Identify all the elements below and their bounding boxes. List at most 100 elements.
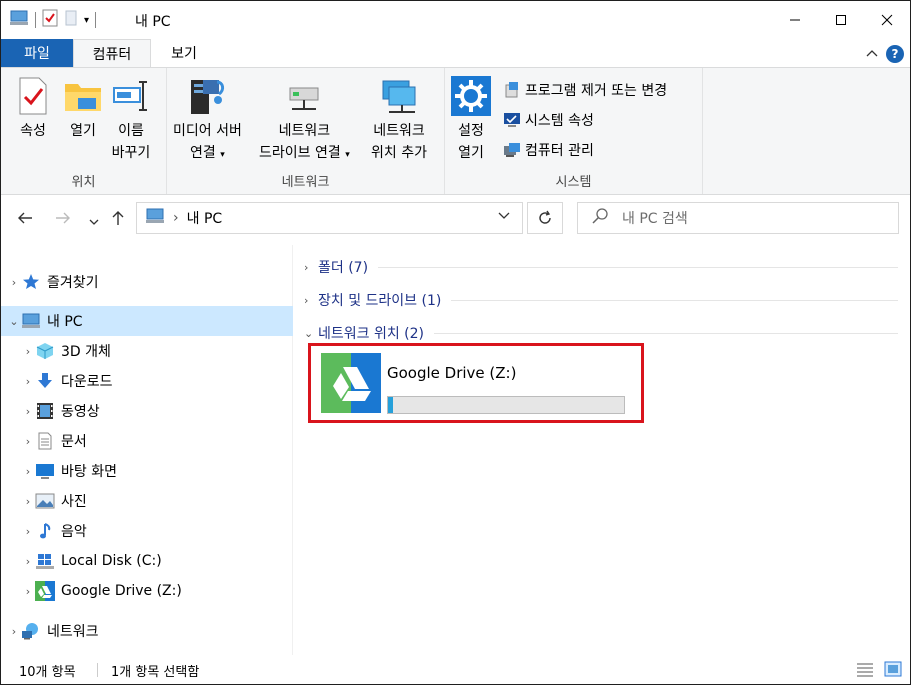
maximize-button[interactable] [818,1,864,39]
group-header-folders[interactable]: › 폴더 (7) [304,255,898,279]
group-network-label: 네트워크 [281,175,330,190]
chevron-down-icon[interactable]: ⌄ [304,327,318,340]
up-button[interactable] [111,210,125,230]
chevron-down-icon[interactable]: ▾ [84,15,89,26]
windows-drive-icon [35,551,55,571]
collapse-ribbon-icon[interactable] [866,47,878,61]
open-settings-button[interactable]: 설정 열기 [451,76,491,164]
network-icon [21,621,41,641]
chevron-right-icon[interactable]: › [7,276,21,289]
tab-computer[interactable]: 컴퓨터 [73,39,151,68]
divider [451,299,898,301]
add-location-label-1: 네트워크 [373,123,425,139]
breadcrumb-separator[interactable]: › [173,210,179,226]
new-folder-icon[interactable] [64,9,78,31]
properties-button[interactable]: 속성 [13,76,53,142]
sidebar-item-videos[interactable]: › 동영상 [1,396,293,426]
map-network-drive-button[interactable]: 네트워크 드라이브 연결 ▾ [259,76,350,166]
properties-icon[interactable] [42,9,58,31]
sidebar-item-desktop[interactable]: › 바탕 화면 [1,456,293,486]
pc-icon [9,9,29,31]
breadcrumb[interactable]: 내 PC [187,208,223,228]
computer-management-button[interactable]: 컴퓨터 관리 [503,140,594,160]
drive-usage-bar [387,396,625,414]
sidebar-item-local-disk[interactable]: › Local Disk (C:) [1,546,293,576]
chevron-right-icon[interactable]: › [21,405,35,418]
chevron-right-icon[interactable]: › [21,555,35,568]
media-server-label-1: 미디어 서버 [173,123,242,139]
search-input[interactable]: 내 PC 검색 [622,208,688,228]
search-icon [592,208,608,228]
sidebar-item-documents[interactable]: › 문서 [1,426,293,456]
group-network: 미디어 서버 연결 ▾ 네트워크 드라이브 연결 ▾ 네트워크 위치 추가 네트… [167,68,445,194]
chevron-right-icon[interactable]: › [21,435,35,448]
navigation-pane: › 즐겨찾기 ⌄ 내 PC › 3D 개체 › 다운로드 › 동영상 › 문서 … [1,245,293,655]
media-server-label-2: 연결 ▾ [190,145,225,161]
chevron-right-icon[interactable]: › [21,495,35,508]
chevron-down-icon: ▾ [220,150,225,160]
chevron-right-icon[interactable]: › [21,525,35,538]
media-server-button[interactable]: 미디어 서버 연결 ▾ [173,76,242,166]
star-icon [21,272,41,292]
system-properties-button[interactable]: 시스템 속성 [503,110,594,130]
pc-icon [21,311,41,331]
recent-locations-button[interactable] [89,212,99,231]
drive-tile-google-drive[interactable]: Google Drive (Z:) [308,343,644,423]
window-controls [772,1,910,39]
group-location: 속성 열기 이름 바꾸기 위치 [1,68,167,194]
chevron-down-icon: ▾ [345,150,350,160]
chevron-right-icon[interactable]: › [21,465,35,478]
sidebar-item-pictures[interactable]: › 사진 [1,486,293,516]
gear-icon [451,76,491,116]
sidebar-item-google-drive[interactable]: › Google Drive (Z:) [1,576,293,606]
minimize-button[interactable] [772,1,818,39]
chevron-right-icon[interactable]: › [21,585,35,598]
address-history-button[interactable] [498,210,510,224]
drive-name: Google Drive (Z:) [387,364,517,382]
help-icon[interactable]: ? [886,45,904,63]
selection-count: 1개 항목 선택함 [111,665,200,680]
sidebar-item-quick-access[interactable]: › 즐겨찾기 [1,267,293,297]
sidebar-item-3d-objects[interactable]: › 3D 개체 [1,336,293,366]
uninstall-button[interactable]: 프로그램 제거 또는 변경 [503,80,667,100]
close-button[interactable] [864,1,910,39]
group-header-devices[interactable]: › 장치 및 드라이브 (1) [304,288,898,312]
chevron-right-icon[interactable]: › [304,261,318,274]
sidebar-item-network[interactable]: › 네트워크 [1,616,293,646]
quick-access-toolbar: ▾ [9,9,97,31]
forward-button[interactable] [55,210,71,229]
chevron-right-icon[interactable]: › [7,625,21,638]
tab-file[interactable]: 파일 [1,39,73,67]
uninstall-icon [503,81,521,99]
divider [434,332,898,334]
network-drive-icon [284,76,324,116]
chevron-down-icon[interactable]: ⌄ [7,315,21,328]
rename-button[interactable]: 이름 바꾸기 [111,76,151,164]
sidebar-item-downloads[interactable]: › 다운로드 [1,366,293,396]
refresh-button[interactable] [527,202,563,234]
chevron-right-icon[interactable]: › [21,375,35,388]
open-button[interactable]: 열기 [63,76,103,142]
search-box[interactable]: 내 PC 검색 [577,202,899,234]
download-icon [35,371,55,391]
drive-usage-fill [388,397,393,413]
group-system: 설정 열기 프로그램 제거 또는 변경 시스템 속성 컴퓨터 관리 시스템 [445,68,703,194]
file-explorer-window: ▾ 내 PC 파일 컴퓨터 보기 ? 속성 열기 이름 바꾸기 위치 미디어 서… [0,0,911,685]
add-network-location-button[interactable]: 네트워크 위치 추가 [371,76,427,164]
divider [378,266,898,268]
back-button[interactable] [17,210,33,229]
group-header-network-locations[interactable]: ⌄ 네트워크 위치 (2) [304,321,898,345]
settings-label-1: 설정 [458,123,484,139]
chevron-right-icon[interactable]: › [21,345,35,358]
toolbar-separator [95,12,97,28]
sidebar-item-this-pc[interactable]: ⌄ 내 PC [1,306,293,336]
address-bar[interactable]: › 내 PC [136,202,523,234]
large-icons-view-icon[interactable] [884,661,902,681]
properties-icon [13,76,53,116]
chevron-right-icon[interactable]: › [304,294,318,307]
tab-view[interactable]: 보기 [151,39,217,67]
details-view-icon[interactable] [856,661,874,681]
system-properties-icon [503,111,521,129]
sidebar-item-music[interactable]: › 음악 [1,516,293,546]
status-bar: 10개 항목 1개 항목 선택함 [1,655,910,684]
